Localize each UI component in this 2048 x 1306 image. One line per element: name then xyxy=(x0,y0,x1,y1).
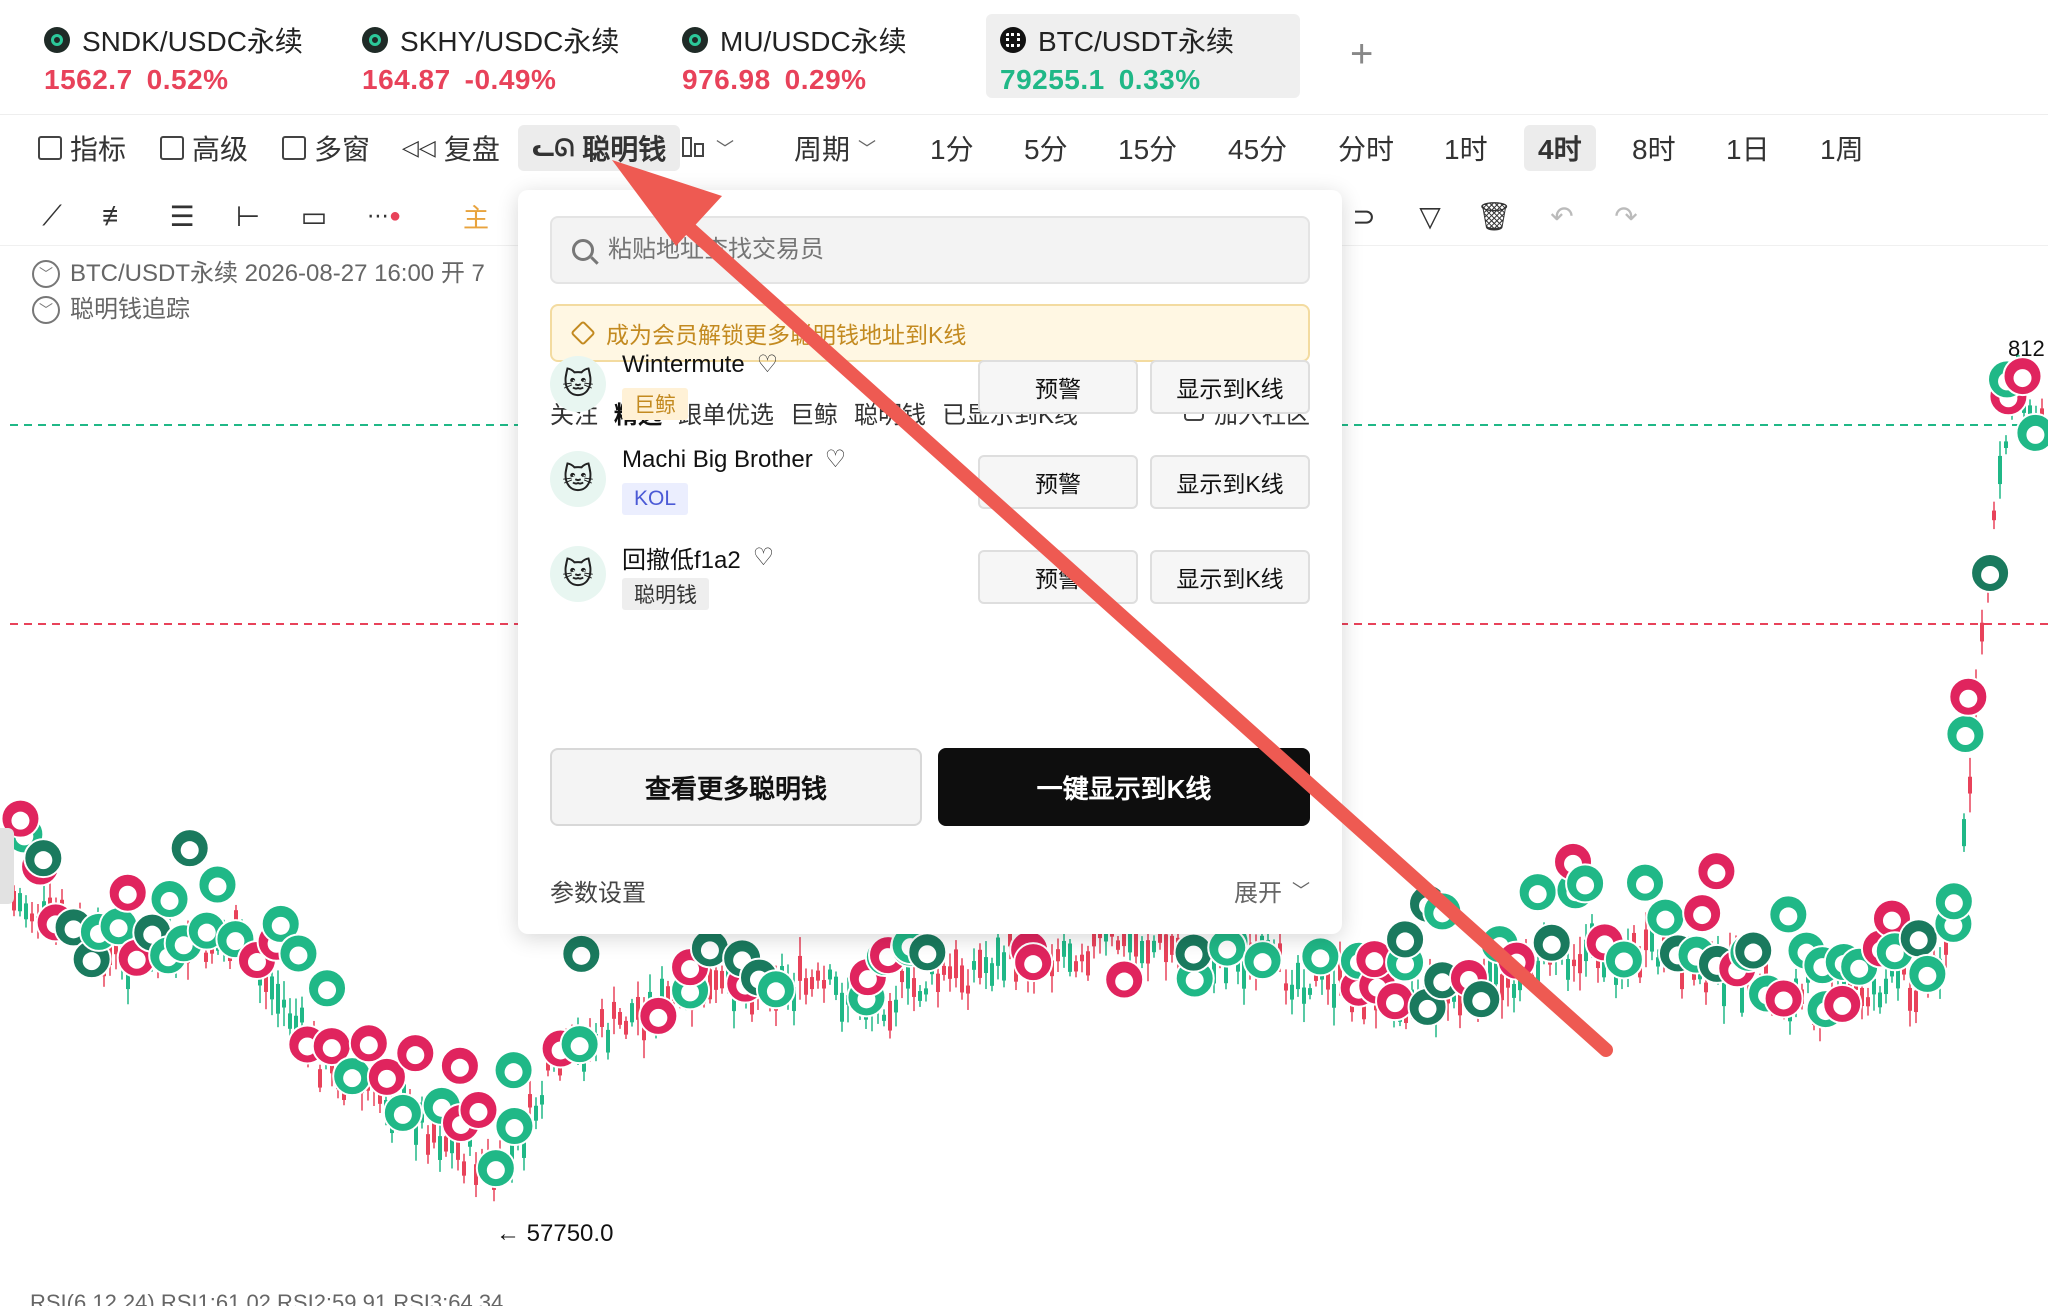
arrow-head xyxy=(612,160,722,246)
arrow-shaft xyxy=(673,213,1613,1057)
annotation-arrow xyxy=(612,160,1613,1057)
